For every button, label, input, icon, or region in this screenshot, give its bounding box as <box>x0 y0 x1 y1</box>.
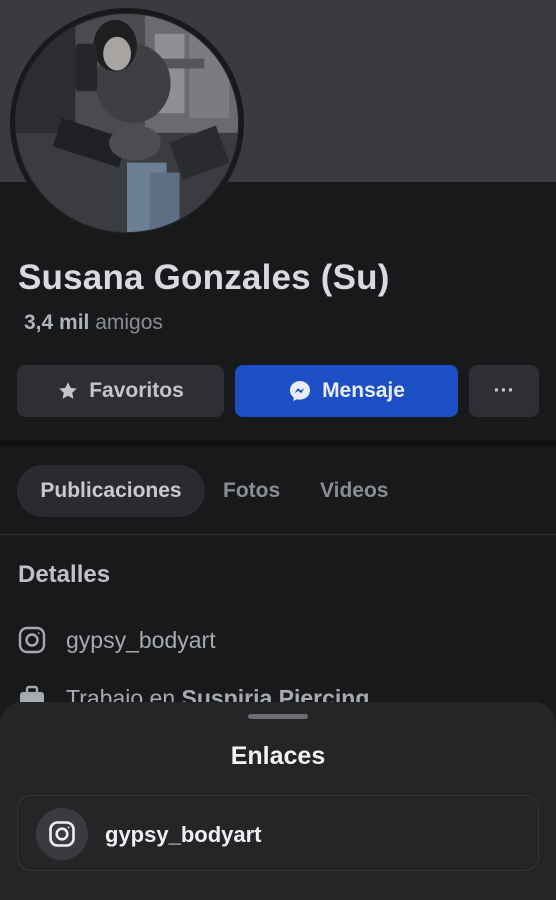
instagram-icon <box>18 626 46 654</box>
tab-videos[interactable]: Videos <box>320 465 388 517</box>
tab-fotos[interactable]: Fotos <box>223 465 280 517</box>
message-label: Mensaje <box>322 379 405 402</box>
profile-page: Susana Gonzales (Su) 3,4 mil amigos Favo… <box>0 0 556 900</box>
friends-count[interactable]: 3,4 mil amigos <box>24 311 163 335</box>
more-icon: ··· <box>493 379 515 402</box>
star-icon <box>57 380 79 402</box>
links-bottom-sheet: Enlaces gypsy_bodyart <box>0 702 556 900</box>
instagram-handle: gypsy_bodyart <box>66 626 216 653</box>
tab-label: Fotos <box>223 479 281 502</box>
favorites-label: Favoritos <box>89 379 184 402</box>
tab-label: Videos <box>320 479 389 502</box>
messenger-icon <box>288 379 312 403</box>
avatar-image <box>15 13 239 233</box>
detail-instagram[interactable]: gypsy_bodyart <box>18 626 216 654</box>
message-button[interactable]: Mensaje <box>235 365 458 417</box>
profile-name: Susana Gonzales (Su) <box>18 258 390 297</box>
tab-label: Publicaciones <box>40 479 182 502</box>
friends-number: 3,4 mil <box>24 311 90 334</box>
sheet-title: Enlaces <box>230 742 326 770</box>
section-divider <box>0 440 556 447</box>
instagram-icon <box>36 808 88 860</box>
favorites-button[interactable]: Favoritos <box>17 365 224 417</box>
tabs-divider <box>0 534 556 535</box>
link-item[interactable]: gypsy_bodyart <box>17 795 539 871</box>
tab-publicaciones[interactable]: Publicaciones <box>17 465 205 517</box>
more-options-button[interactable]: ··· <box>469 365 539 417</box>
details-title: Detalles <box>18 561 111 588</box>
profile-avatar[interactable] <box>10 8 244 238</box>
link-label: gypsy_bodyart <box>105 822 262 847</box>
sheet-drag-handle[interactable] <box>248 714 308 719</box>
friends-label: amigos <box>95 311 163 334</box>
